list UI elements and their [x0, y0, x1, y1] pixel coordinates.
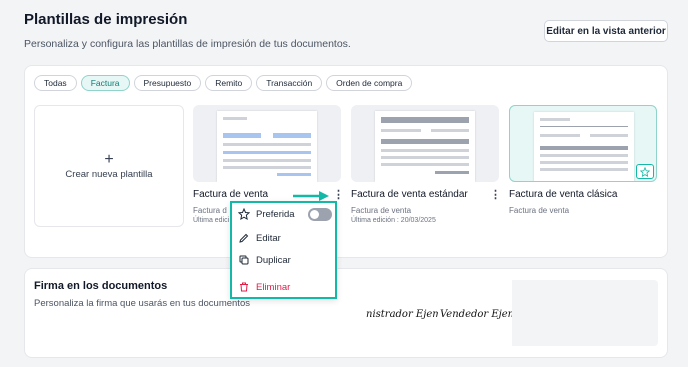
create-template-label: Crear nueva plantilla: [65, 168, 153, 180]
page-subtitle: Personaliza y configura las plantillas d…: [24, 38, 351, 50]
signature-subtitle: Personaliza la firma que usarás en tus d…: [34, 298, 250, 309]
menu-item-label: Duplicar: [256, 254, 291, 266]
template-thumbnail-3[interactable]: [509, 105, 657, 182]
plus-icon: +: [104, 150, 114, 168]
document-preview: [217, 111, 317, 182]
edit-previous-view-button[interactable]: Editar en la vista anterior: [544, 20, 668, 42]
menu-item-delete[interactable]: Eliminar: [238, 281, 290, 293]
document-preview: [534, 112, 634, 181]
pencil-icon: [239, 233, 249, 243]
menu-item-preferred[interactable]: Preferida: [238, 208, 295, 220]
filter-chip-factura[interactable]: Factura: [80, 75, 130, 91]
menu-item-duplicate[interactable]: Duplicar: [238, 254, 291, 266]
signature-title: Firma en los documentos: [34, 280, 168, 292]
copy-icon: [239, 255, 249, 265]
template-type: Factura de venta: [351, 206, 412, 215]
template-name: Factura de venta: [193, 189, 269, 200]
menu-item-edit[interactable]: Editar: [238, 232, 281, 244]
template-name: Factura de venta clásica: [509, 189, 618, 200]
filter-chip-transaccion[interactable]: Transacción: [256, 75, 323, 91]
template-last-edit: Última edici: [193, 217, 230, 224]
template-name: Factura de venta estándar: [351, 189, 468, 200]
create-template-tile[interactable]: + Crear nueva plantilla: [34, 105, 184, 227]
filter-chips: Todas Factura Presupuesto Remito Transac…: [34, 75, 413, 91]
star-icon: [238, 208, 250, 220]
signature-tile[interactable]: nistrador Ejem: [364, 280, 438, 346]
template-context-menu: Preferida Editar Duplicar Eliminar: [230, 201, 337, 299]
template-type: Factura de venta: [509, 206, 570, 215]
signature-tile[interactable]: Vendedor Ejempla: [438, 280, 512, 346]
page-title: Plantillas de impresión: [24, 11, 188, 28]
preferred-badge: [636, 164, 654, 179]
template-thumbnail-1[interactable]: [193, 105, 341, 182]
signature-image: nistrador Ejem: [366, 309, 438, 320]
filter-chip-todas[interactable]: Todas: [34, 75, 77, 91]
filter-chip-remito[interactable]: Remito: [205, 75, 253, 91]
more-options-icon[interactable]: ⋮: [490, 190, 501, 201]
template-type: Factura d: [193, 206, 227, 215]
document-preview: [375, 111, 475, 182]
star-icon: [640, 166, 650, 177]
template-thumbnail-2[interactable]: [351, 105, 499, 182]
filter-chip-orden-de-compra[interactable]: Orden de compra: [326, 75, 413, 91]
more-options-icon[interactable]: ⋮: [333, 190, 344, 201]
menu-item-label: Eliminar: [256, 281, 291, 293]
filter-chip-presupuesto[interactable]: Presupuesto: [133, 75, 202, 91]
trash-icon: [240, 282, 248, 292]
preferred-toggle[interactable]: [308, 208, 332, 221]
template-last-edit: Última edición : 20/03/2025: [351, 217, 436, 224]
menu-item-label: Preferida: [256, 208, 295, 220]
signature-image: Vendedor Ejempla: [440, 309, 512, 320]
menu-item-label: Editar: [256, 232, 281, 244]
